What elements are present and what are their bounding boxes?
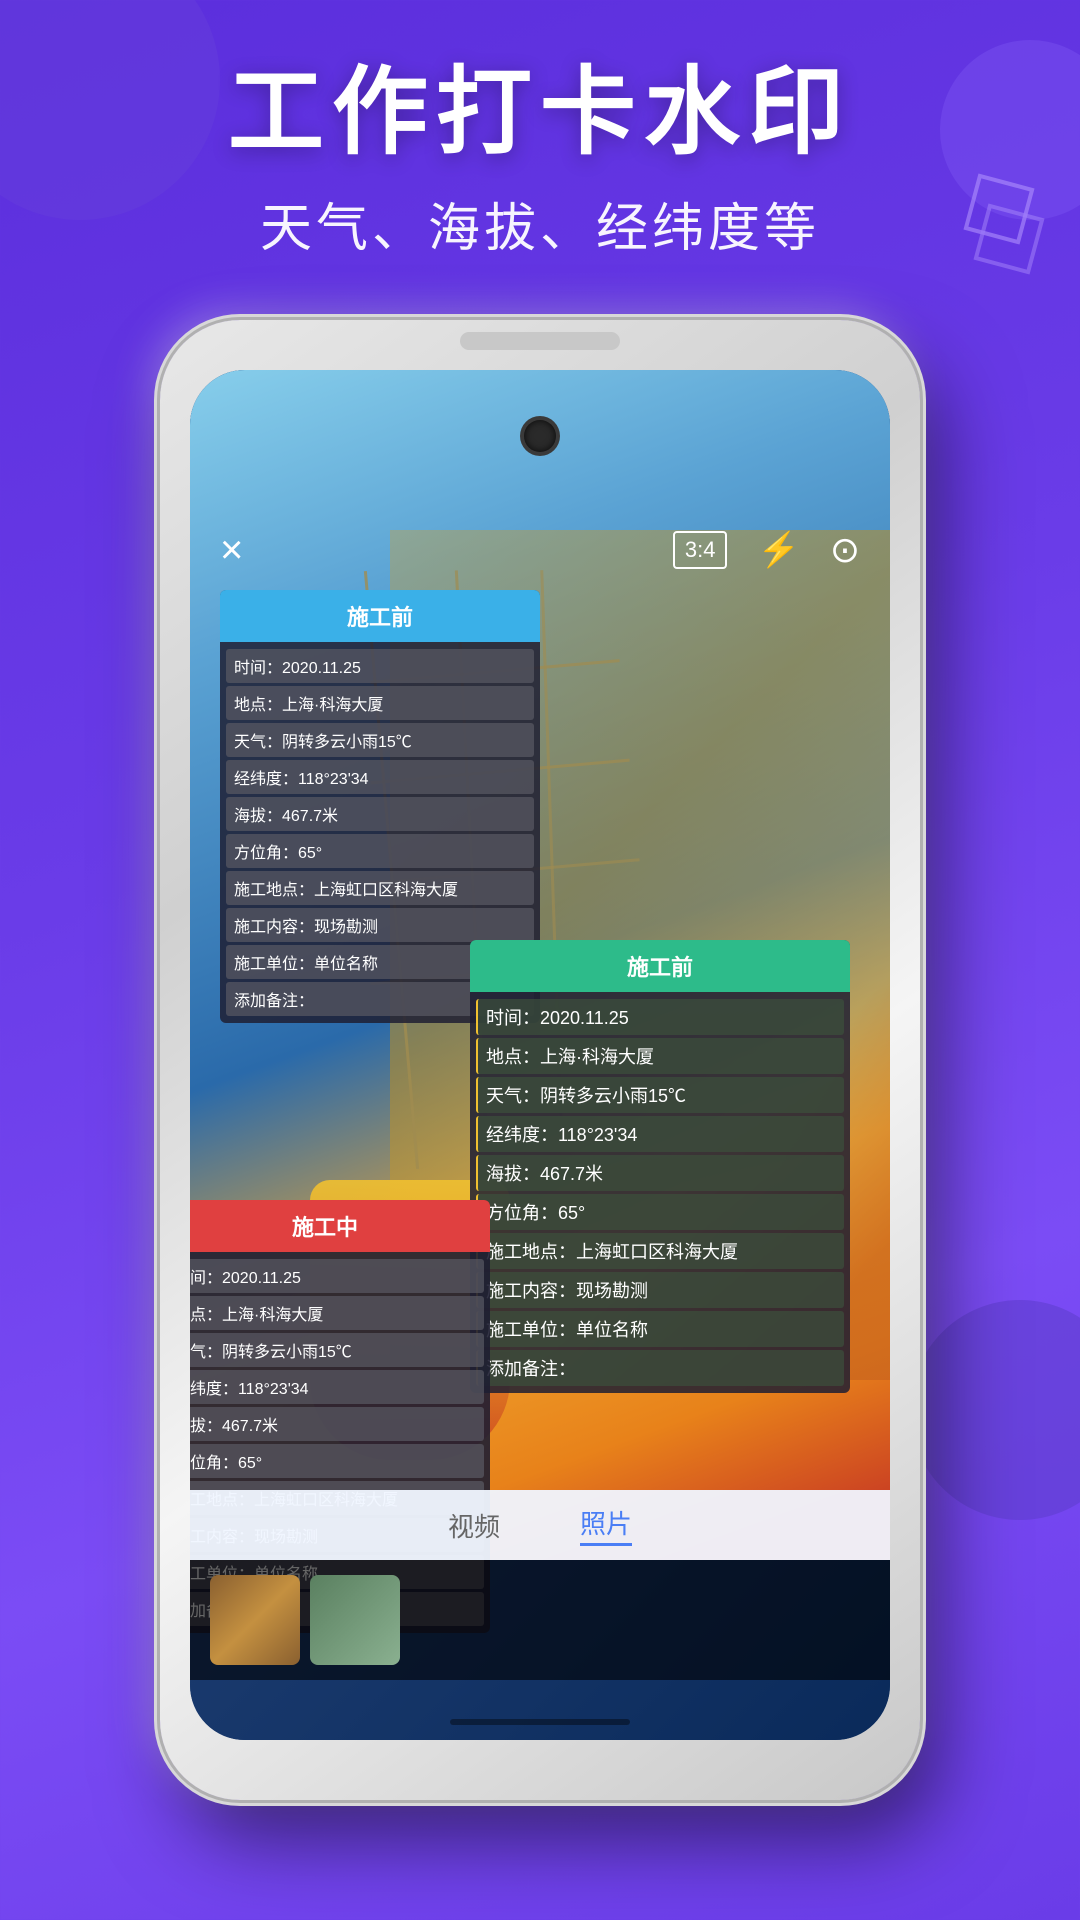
camera-topbar: × 3:4 ⚡ ⊙ xyxy=(190,515,890,585)
filmstrip xyxy=(190,1560,890,1680)
front-camera xyxy=(524,420,556,452)
camera-controls: 3:4 ⚡ ⊙ xyxy=(673,529,860,571)
card-red-row-2: 天气：阴转多云小雨15℃ xyxy=(190,1333,484,1367)
switch-camera-icon[interactable]: ⊙ xyxy=(830,529,860,571)
card-red-row-1: 地点：上海·科海大厦 xyxy=(190,1296,484,1330)
card-red-row-5: 方位角：65° xyxy=(190,1444,484,1478)
card-green-row-4: 海拔：467.7米 xyxy=(476,1155,844,1191)
watermark-card-before-green: 施工前 时间：2020.11.25 地点：上海·科海大厦 天气：阴转多云小雨15… xyxy=(470,940,850,1393)
phone-outer-frame: × 3:4 ⚡ ⊙ 施工前 时间：2020.11.25 地点：上海·科海大厦 天… xyxy=(160,320,920,1800)
phone-speaker xyxy=(460,332,620,350)
main-title: 工作打卡水印 xyxy=(0,60,1080,166)
card-blue-row-1: 地点：上海·科海大厦 xyxy=(226,686,534,720)
card-blue-row-0: 时间：2020.11.25 xyxy=(226,649,534,683)
card-red-title: 施工中 xyxy=(190,1200,490,1252)
card-blue-row-7: 施工内容：现场勘测 xyxy=(226,908,534,942)
film-thumbnail[interactable] xyxy=(210,1575,300,1665)
card-green-title: 施工前 xyxy=(470,940,850,992)
film-thumbnail[interactable] xyxy=(310,1575,400,1665)
card-green-row-5: 方位角：65° xyxy=(476,1194,844,1230)
phone-mockup: × 3:4 ⚡ ⊙ 施工前 时间：2020.11.25 地点：上海·科海大厦 天… xyxy=(160,320,920,1800)
header-section: 工作打卡水印 天气、海拔、经纬度等 xyxy=(0,60,1080,261)
close-icon[interactable]: × xyxy=(220,528,243,573)
card-green-row-2: 天气：阴转多云小雨15℃ xyxy=(476,1077,844,1113)
card-green-row-0: 时间：2020.11.25 xyxy=(476,999,844,1035)
phone-screen: × 3:4 ⚡ ⊙ 施工前 时间：2020.11.25 地点：上海·科海大厦 天… xyxy=(190,370,890,1740)
bg-circle-bottomright xyxy=(910,1300,1080,1520)
card-blue-row-5: 方位角：65° xyxy=(226,834,534,868)
card-red-row-0: 时间：2020.11.25 xyxy=(190,1259,484,1293)
card-blue-row-4: 海拔：467.7米 xyxy=(226,797,534,831)
card-blue-title: 施工前 xyxy=(220,590,540,642)
bottom-tabbar: 视频 照片 xyxy=(190,1490,890,1560)
card-red-row-3: 经纬度：118°23'34 xyxy=(190,1370,484,1404)
card-green-row-7: 施工内容：现场勘测 xyxy=(476,1272,844,1308)
card-red-row-4: 海拔：467.7米 xyxy=(190,1407,484,1441)
card-green-row-3: 经纬度：118°23'34 xyxy=(476,1116,844,1152)
card-blue-row-6: 施工地点：上海虹口区科海大厦 xyxy=(226,871,534,905)
card-green-row-6: 施工地点：上海虹口区科海大厦 xyxy=(476,1233,844,1269)
card-green-row-1: 地点：上海·科海大厦 xyxy=(476,1038,844,1074)
sub-title: 天气、海拔、经纬度等 xyxy=(0,186,1080,261)
tab-video[interactable]: 视频 xyxy=(448,1507,500,1544)
card-blue-row-2: 天气：阴转多云小雨15℃ xyxy=(226,723,534,757)
flash-icon[interactable]: ⚡ xyxy=(757,530,799,570)
screen-content: × 3:4 ⚡ ⊙ 施工前 时间：2020.11.25 地点：上海·科海大厦 天… xyxy=(190,370,890,1740)
home-indicator xyxy=(450,1719,630,1725)
ratio-badge[interactable]: 3:4 xyxy=(673,531,728,569)
card-blue-row-3: 经纬度：118°23'34 xyxy=(226,760,534,794)
tab-photo[interactable]: 照片 xyxy=(580,1504,632,1546)
card-green-row-9: 添加备注： xyxy=(476,1350,844,1386)
card-green-row-8: 施工单位：单位名称 xyxy=(476,1311,844,1347)
